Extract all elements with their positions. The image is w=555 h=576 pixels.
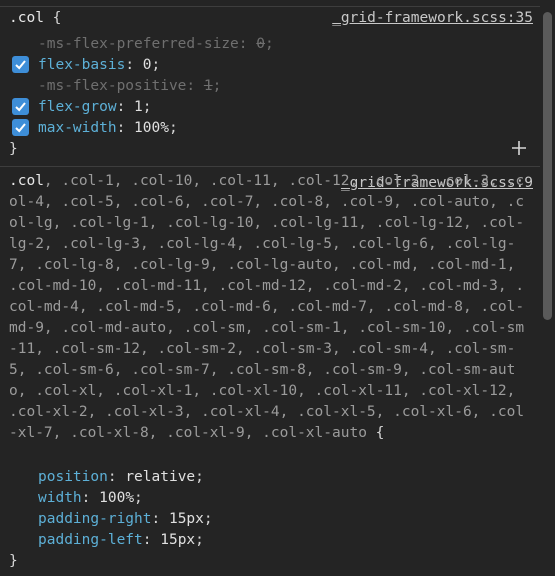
style-rule-col-group: _grid-framework.scss:9 .col, .col-1, .co… xyxy=(7,171,533,571)
property-name[interactable]: flex-grow xyxy=(38,99,117,115)
property-name[interactable]: -ms-flex-preferred-size xyxy=(38,36,239,52)
declaration[interactable]: max-width: 100%; xyxy=(38,118,178,139)
open-brace: { xyxy=(366,425,385,441)
unmatched-selectors[interactable]: , .col-1, .col-10, .col-11, .col-12, .co… xyxy=(9,173,524,441)
declaration-disabled[interactable]: -ms-flex-preferred-size: 0; xyxy=(38,34,274,55)
property-value[interactable]: 15px xyxy=(169,511,204,527)
declaration-disabled[interactable]: -ms-flex-positive: 1; xyxy=(38,76,221,97)
checkmark-icon xyxy=(15,60,26,70)
declaration[interactable]: padding-right: 15px; xyxy=(38,509,213,530)
scrollbar[interactable] xyxy=(540,0,555,576)
top-divider xyxy=(0,6,540,7)
declaration-checkbox[interactable] xyxy=(12,56,29,73)
matched-selector[interactable]: .col xyxy=(9,173,44,189)
property-name[interactable]: position xyxy=(38,469,108,485)
declaration-checkbox[interactable] xyxy=(12,119,29,136)
source-link[interactable]: _grid-framework.scss:35 xyxy=(332,8,533,29)
property-value[interactable]: 1 xyxy=(204,78,213,94)
checkmark-icon xyxy=(15,123,26,133)
property-value[interactable]: 0 xyxy=(256,36,265,52)
declaration[interactable]: position: relative; xyxy=(38,467,204,488)
declaration[interactable]: flex-basis: 0; xyxy=(38,55,160,76)
scrollbar-thumb[interactable] xyxy=(543,12,552,320)
declaration[interactable]: padding-left: 15px; xyxy=(38,530,204,551)
property-name[interactable]: padding-left xyxy=(38,532,143,548)
rule-selector-line: .col { xyxy=(9,8,61,29)
style-rule-col: .col { _grid-framework.scss:35 -ms-flex-… xyxy=(7,8,533,162)
property-name[interactable]: padding-right xyxy=(38,511,152,527)
declaration[interactable]: width: 100%; xyxy=(38,488,143,509)
property-name[interactable]: flex-basis xyxy=(38,57,125,73)
property-name[interactable]: width xyxy=(38,490,82,506)
property-value[interactable]: 100% xyxy=(99,490,134,506)
declaration-checkbox[interactable] xyxy=(12,98,29,115)
rule-selector[interactable]: .col xyxy=(9,10,44,26)
close-brace: } xyxy=(9,141,18,157)
property-value[interactable]: 15px xyxy=(160,532,195,548)
property-value[interactable]: 100% xyxy=(134,120,169,136)
add-declaration-button[interactable] xyxy=(509,138,529,158)
property-name[interactable]: max-width xyxy=(38,120,117,136)
plus-icon xyxy=(512,141,526,155)
property-value[interactable]: relative xyxy=(125,469,195,485)
property-value[interactable]: 1 xyxy=(134,99,143,115)
checkmark-icon xyxy=(15,102,26,112)
property-value[interactable]: 0 xyxy=(143,57,152,73)
open-brace: { xyxy=(43,10,62,26)
rule-divider xyxy=(0,166,540,167)
close-brace: } xyxy=(9,553,18,569)
declaration[interactable]: flex-grow: 1; xyxy=(38,97,152,118)
property-name[interactable]: -ms-flex-positive xyxy=(38,78,186,94)
rule-selector-list[interactable]: .col, .col-1, .col-10, .col-11, .col-12,… xyxy=(9,171,529,444)
